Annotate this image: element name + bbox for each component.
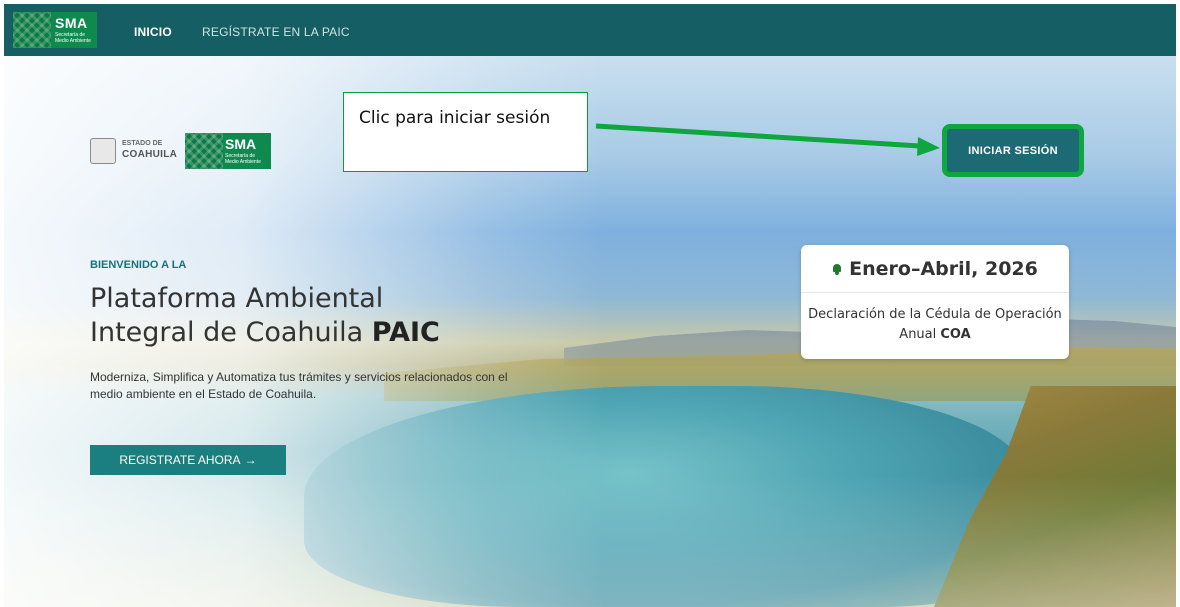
event-title: Enero–Abril, 2026	[849, 257, 1038, 280]
register-now-label: REGISTRATE AHORA	[119, 453, 241, 467]
hero-eyebrow: BIENVENIDO A LA	[90, 259, 187, 271]
event-body-text: Declaración de la Cédula de Operación An…	[808, 307, 1062, 342]
estado-logo-line1: ESTADO DE	[122, 140, 163, 147]
sma-logo-abbr: SMA	[225, 136, 257, 152]
hero-title-line1: Plataforma Ambiental	[90, 283, 384, 314]
nav-link-registrate[interactable]: REGÍSTRATE EN LA PAIC	[202, 25, 350, 39]
hero-bottom-fade	[4, 476, 1176, 607]
annotation-callout: Clic para iniciar sesión	[343, 92, 588, 172]
login-highlight-box	[942, 124, 1084, 177]
event-body-bold: COA	[940, 327, 971, 342]
bell-icon	[832, 263, 842, 275]
sma-nav-logo[interactable]: SMA Secretaría de Medio Ambiente	[13, 12, 97, 48]
logo-pattern-icon	[185, 133, 223, 169]
hero-title-bold: PAIC	[371, 317, 440, 348]
coahuila-seal-icon	[90, 138, 116, 164]
register-now-button[interactable]: REGISTRATE AHORA →	[90, 445, 286, 475]
nav-logo-abbr: SMA	[55, 15, 88, 31]
sma-hero-logo: SMA Secretaría de Medio Ambiente	[185, 133, 271, 169]
hero-description: Moderniza, Simplifica y Automatiza tus t…	[90, 370, 508, 401]
event-card: Enero–Abril, 2026 Declaración de la Cédu…	[801, 245, 1069, 359]
sma-logo-subtitle: Secretaría de Medio Ambiente	[225, 153, 261, 165]
estado-logo-line2: COAHUILA	[122, 149, 178, 160]
nav-link-inicio[interactable]: INICIO	[134, 25, 172, 39]
event-card-header: Enero–Abril, 2026	[801, 245, 1069, 293]
estado-coahuila-logo: ESTADO DE COAHUILA	[90, 136, 180, 166]
logo-pattern-icon	[13, 12, 51, 48]
top-navbar: SMA Secretaría de Medio Ambiente INICIO …	[4, 4, 1176, 56]
arrow-right-icon: →	[244, 453, 257, 467]
nav-logo-subtitle: Secretaría de Medio Ambiente	[55, 32, 91, 44]
hero-title: Plataforma Ambiental Integral de Coahuil…	[90, 282, 510, 350]
event-description: Declaración de la Cédula de Operación An…	[801, 305, 1069, 345]
hero-title-line2: Integral de Coahuila	[90, 317, 364, 348]
